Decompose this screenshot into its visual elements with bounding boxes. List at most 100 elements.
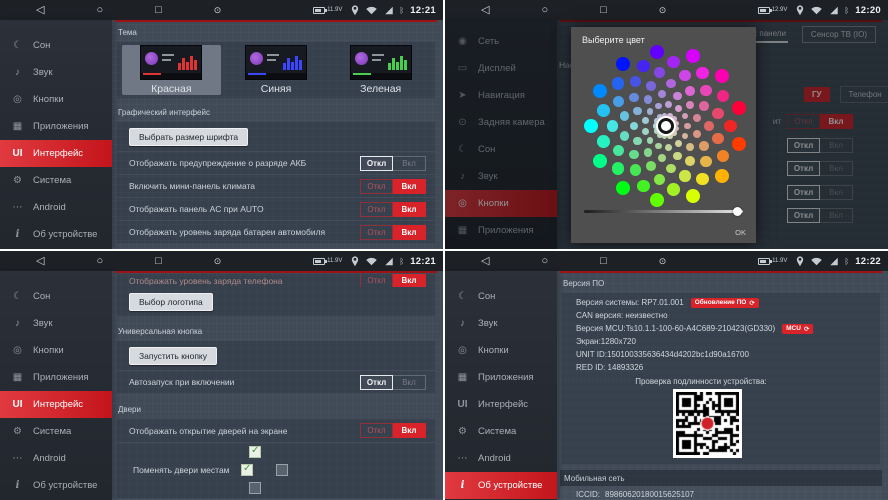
color-dot[interactable] bbox=[682, 113, 689, 120]
theme-option[interactable]: Синяя bbox=[227, 45, 326, 95]
sidebar-item[interactable]: ⋯Android bbox=[445, 445, 557, 472]
color-dot[interactable] bbox=[717, 90, 730, 103]
recents-icon[interactable]: □ bbox=[600, 251, 607, 271]
sidebar-item[interactable]: ▦Приложения bbox=[0, 113, 112, 140]
color-dot[interactable] bbox=[693, 130, 701, 138]
color-dot[interactable] bbox=[696, 67, 709, 80]
color-dot[interactable] bbox=[633, 107, 641, 115]
sidebar-item[interactable]: iОб устройстве bbox=[0, 221, 112, 248]
sidebar-item[interactable]: ⚙Система bbox=[0, 167, 112, 194]
sidebar-item[interactable]: iОб устройстве bbox=[445, 472, 557, 499]
color-dot[interactable] bbox=[732, 137, 746, 151]
color-dot[interactable] bbox=[715, 169, 729, 183]
sidebar-item[interactable]: ⋯Android bbox=[0, 194, 112, 221]
color-dot[interactable] bbox=[717, 150, 730, 163]
color-dot[interactable] bbox=[642, 128, 649, 135]
color-dot[interactable] bbox=[646, 81, 656, 91]
color-dot[interactable] bbox=[666, 79, 676, 89]
color-dot[interactable] bbox=[666, 164, 676, 174]
color-dot[interactable] bbox=[667, 56, 680, 69]
sidebar-item[interactable]: ☾Сон bbox=[0, 283, 112, 310]
door-checkbox-right[interactable]: ✓ bbox=[276, 464, 288, 476]
color-dot[interactable] bbox=[712, 133, 723, 144]
sidebar-item[interactable]: iОб устройстве bbox=[0, 472, 112, 499]
color-dot[interactable] bbox=[667, 133, 672, 138]
home-icon[interactable]: ○ bbox=[96, 251, 103, 271]
toggle[interactable]: ОтклВкл bbox=[360, 156, 426, 171]
color-dot[interactable] bbox=[684, 123, 691, 130]
sidebar-item[interactable]: UIИнтерфейс bbox=[0, 140, 112, 167]
toggle[interactable]: ОтклВкл bbox=[360, 274, 426, 287]
ok-button[interactable]: OK bbox=[735, 228, 746, 237]
toggle[interactable]: ОтклВкл bbox=[360, 179, 426, 194]
theme-option[interactable]: Зеленая bbox=[331, 45, 430, 95]
color-dot[interactable] bbox=[658, 154, 666, 162]
toggle[interactable]: ОтклВкл bbox=[360, 202, 426, 217]
color-dot[interactable] bbox=[646, 161, 656, 171]
color-dot[interactable] bbox=[644, 95, 652, 103]
color-dot[interactable] bbox=[686, 101, 694, 109]
color-dot[interactable] bbox=[662, 134, 667, 139]
color-dot[interactable] bbox=[700, 156, 711, 167]
color-dot[interactable] bbox=[642, 117, 649, 124]
color-dot[interactable] bbox=[712, 108, 723, 119]
screenshot-icon[interactable]: ⊙ bbox=[214, 251, 222, 271]
color-dot[interactable] bbox=[655, 103, 662, 110]
home-icon[interactable]: ○ bbox=[541, 0, 548, 20]
color-dot[interactable] bbox=[629, 93, 639, 103]
toggle[interactable]: ОтклВкл bbox=[360, 225, 426, 240]
color-dot[interactable] bbox=[693, 114, 701, 122]
color-dot[interactable] bbox=[647, 108, 654, 115]
color-dot[interactable] bbox=[699, 141, 709, 151]
color-dot[interactable] bbox=[654, 67, 665, 78]
sidebar-item[interactable]: UIИнтерфейс bbox=[445, 391, 557, 418]
sidebar-item[interactable]: ♪Звук bbox=[0, 310, 112, 337]
color-dot[interactable] bbox=[674, 121, 679, 126]
color-dot[interactable] bbox=[644, 148, 652, 156]
color-dot[interactable] bbox=[673, 92, 681, 100]
color-dot[interactable] bbox=[584, 119, 598, 133]
color-dot[interactable] bbox=[704, 121, 714, 131]
back-icon[interactable]: ◁ bbox=[36, 0, 44, 20]
color-dot[interactable] bbox=[629, 150, 639, 160]
color-dot[interactable] bbox=[682, 133, 689, 140]
sidebar-item[interactable]: ▦Приложения bbox=[0, 364, 112, 391]
color-dot[interactable] bbox=[667, 183, 680, 196]
color-dot[interactable] bbox=[665, 101, 672, 108]
color-dot[interactable] bbox=[686, 143, 694, 151]
font-size-button[interactable]: Выбрать размер шрифта bbox=[129, 128, 248, 146]
back-icon[interactable]: ◁ bbox=[481, 0, 489, 20]
color-dot[interactable] bbox=[612, 162, 625, 175]
sidebar-item[interactable]: ☾Сон bbox=[445, 283, 557, 310]
sidebar-item[interactable]: ♪Звук bbox=[445, 310, 557, 337]
color-dot[interactable] bbox=[699, 101, 709, 111]
color-dot[interactable] bbox=[686, 49, 700, 63]
color-dot[interactable] bbox=[665, 144, 672, 151]
sidebar-item[interactable]: UIИнтерфейс bbox=[0, 391, 112, 418]
color-dot[interactable] bbox=[686, 189, 700, 203]
action-badge[interactable]: Обновление ПО⟳ bbox=[691, 298, 759, 308]
color-dot[interactable] bbox=[620, 131, 630, 141]
color-dot[interactable] bbox=[675, 140, 682, 147]
color-dot[interactable] bbox=[597, 135, 610, 148]
recents-icon[interactable]: □ bbox=[600, 0, 607, 20]
sidebar-item[interactable]: ▦Приложения bbox=[445, 364, 557, 391]
color-dot[interactable] bbox=[715, 69, 729, 83]
color-dot[interactable] bbox=[685, 86, 695, 96]
color-dot[interactable] bbox=[673, 152, 681, 160]
back-icon[interactable]: ◁ bbox=[36, 251, 44, 271]
color-dot[interactable] bbox=[685, 156, 695, 166]
color-dot[interactable] bbox=[650, 193, 664, 207]
sidebar-item[interactable]: ◎Кнопки bbox=[0, 337, 112, 364]
screenshot-icon[interactable]: ⊙ bbox=[659, 251, 667, 271]
color-dot[interactable] bbox=[732, 101, 746, 115]
action-badge[interactable]: MCU⟳ bbox=[782, 324, 813, 334]
color-dot[interactable] bbox=[630, 122, 638, 130]
sidebar-item[interactable]: ⋯Android bbox=[0, 445, 112, 472]
sidebar-item[interactable]: ♪Звук bbox=[0, 59, 112, 86]
door-checkbox-left[interactable]: ✓ bbox=[241, 464, 253, 476]
color-dot[interactable] bbox=[700, 85, 711, 96]
color-dot[interactable] bbox=[597, 104, 610, 117]
sidebar-item[interactable]: ⚙Система bbox=[445, 418, 557, 445]
home-icon[interactable]: ○ bbox=[96, 0, 103, 20]
